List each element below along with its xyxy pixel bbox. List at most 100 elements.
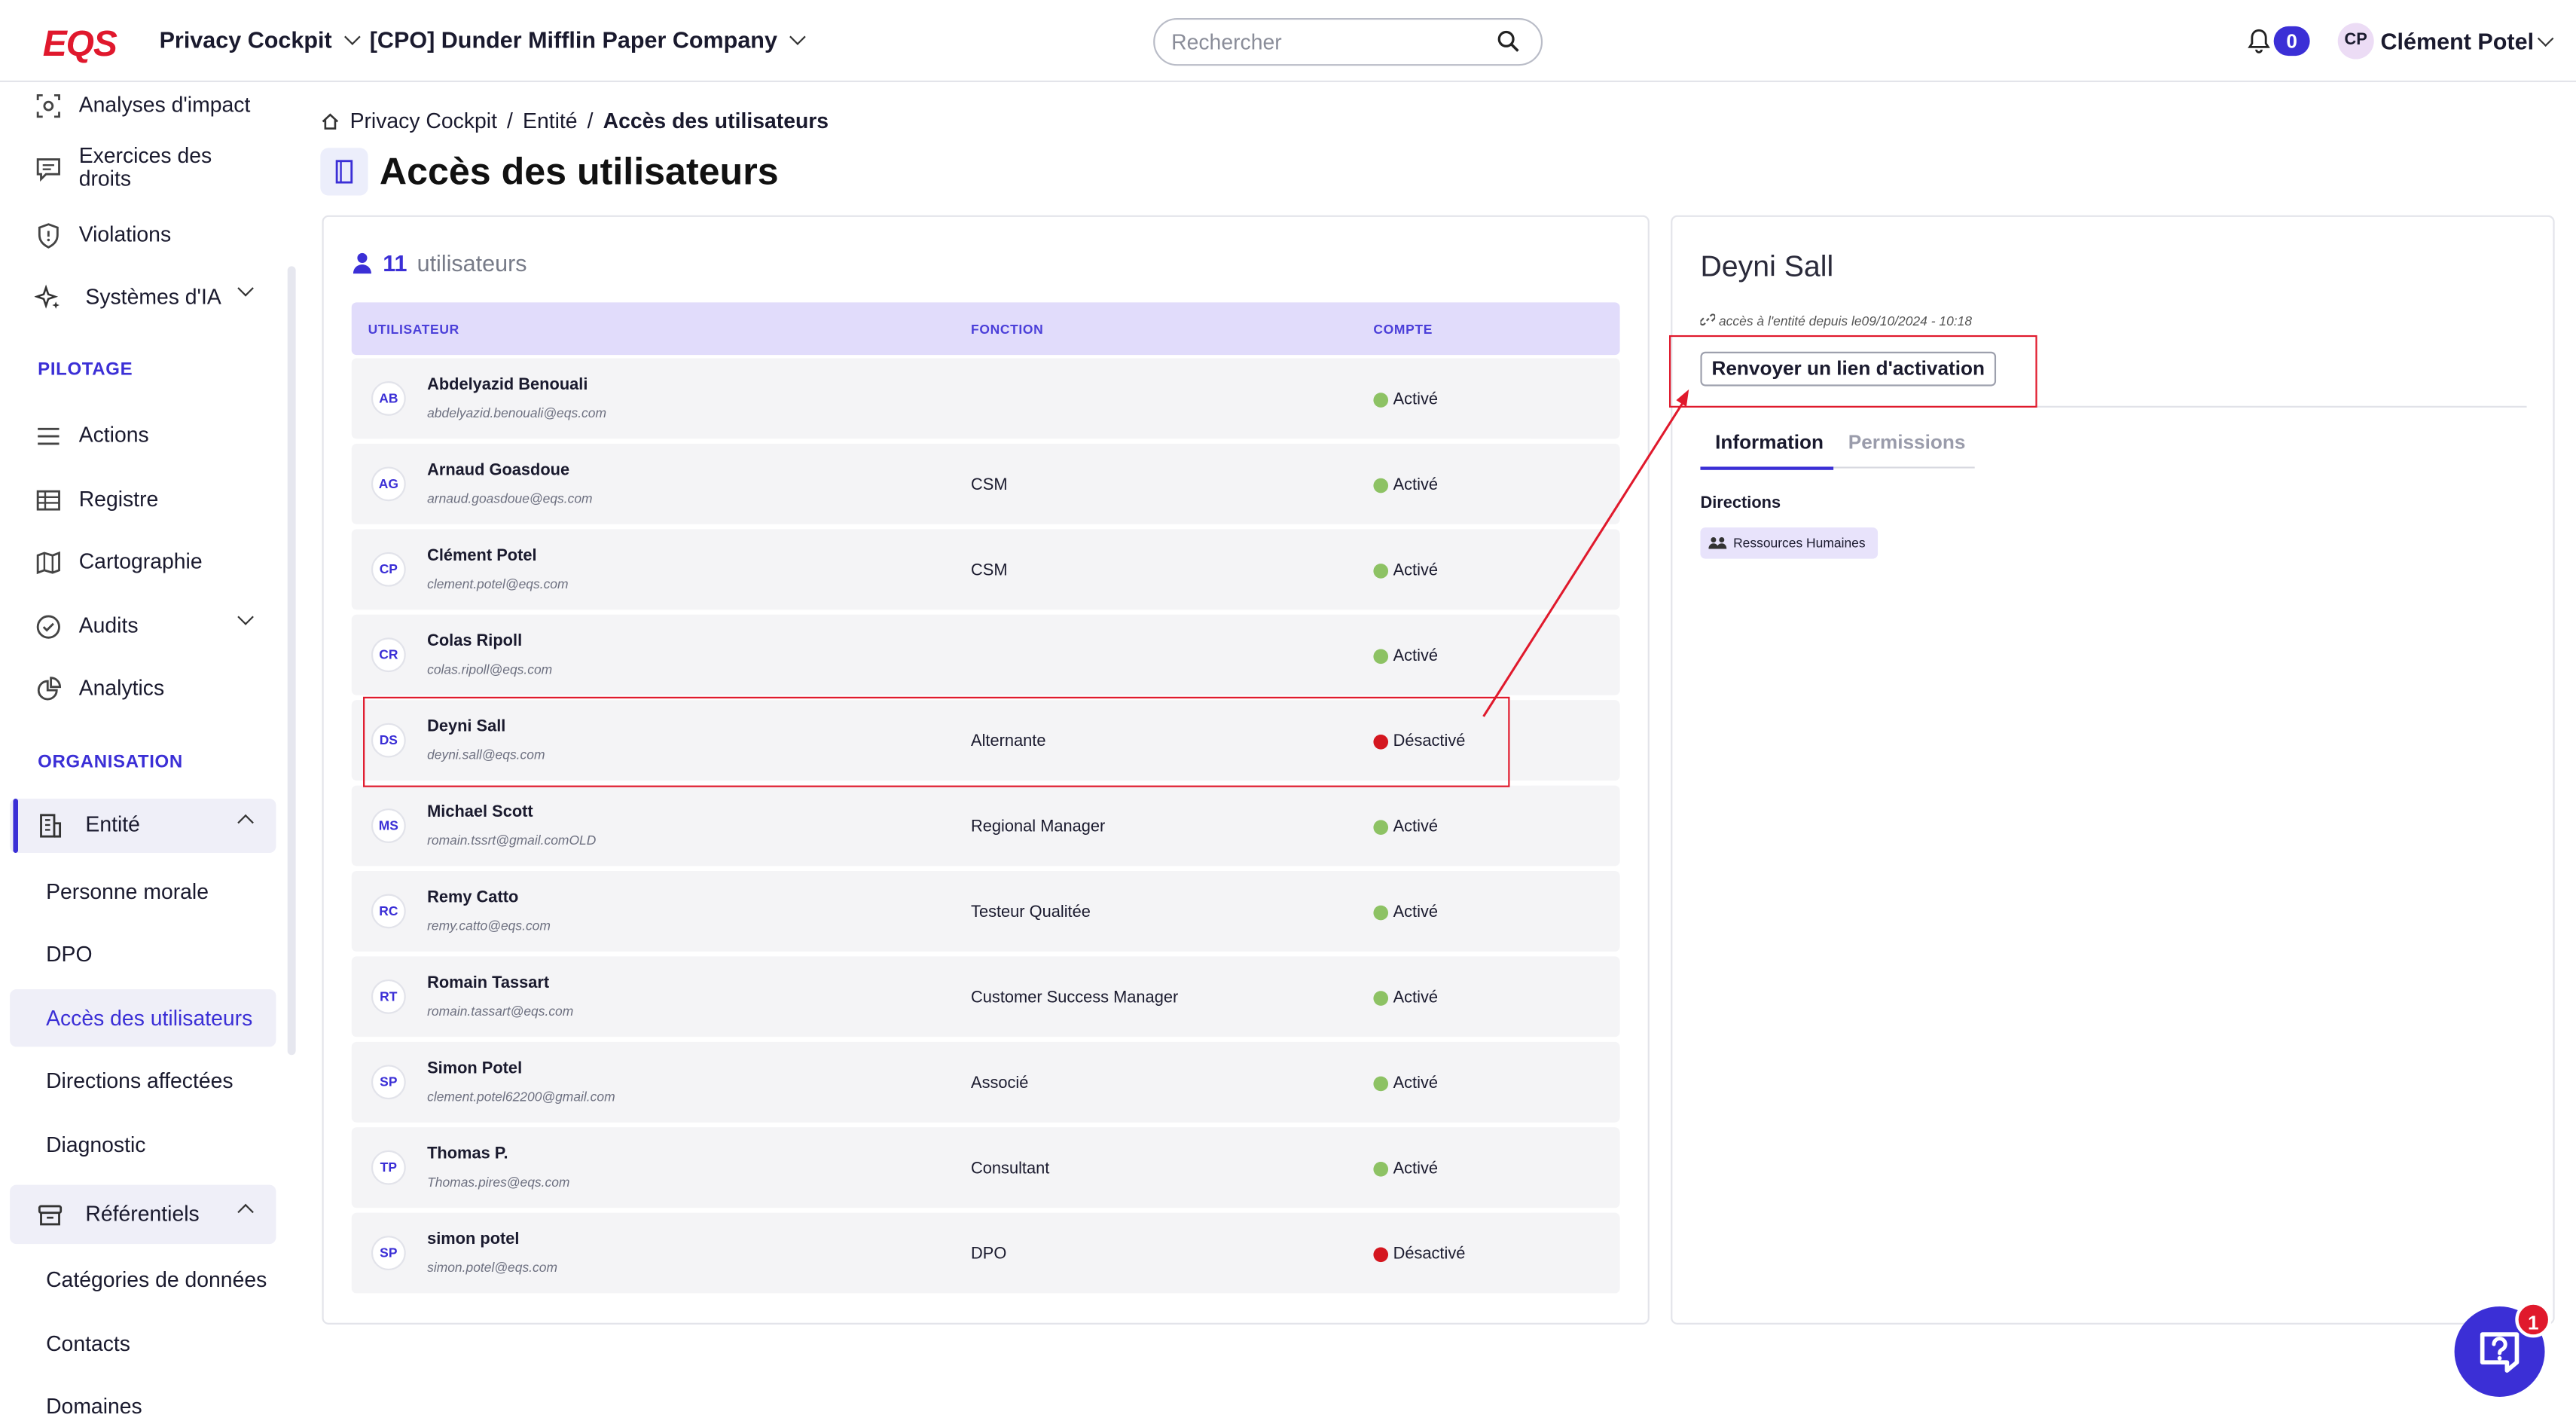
breadcrumb-home[interactable]: Privacy Cockpit [350, 108, 497, 133]
section-organisation: ORGANISATION [38, 752, 183, 773]
status-label: Désactivé [1393, 732, 1466, 751]
sidebar-sub-contacts[interactable]: Contacts [46, 1331, 130, 1356]
detail-user-name: Deyni Sall [1700, 249, 1834, 283]
table-row[interactable]: SP Simon Potel clement.potel62200@gmail.… [351, 1041, 1620, 1123]
sidebar-item-label: Registre [78, 486, 159, 512]
status-dot [1373, 1247, 1389, 1263]
user-name: Abdelyazid Benouali [427, 376, 588, 395]
avatar: DS [371, 723, 406, 758]
home-icon[interactable] [320, 111, 340, 130]
status-dot [1373, 905, 1389, 921]
sidebar-item-label: Audits [78, 613, 139, 638]
sidebar-sub-domaines[interactable]: Domaines [46, 1394, 142, 1419]
avatar: AG [371, 466, 406, 502]
app-menu[interactable]: Privacy Cockpit [159, 26, 361, 53]
avatar: TP [371, 1150, 406, 1185]
table-row-selected[interactable]: DS Deyni Sall deyni.sall@eqs.com Alterna… [351, 700, 1620, 781]
sidebar-item-systemes-ia[interactable]: Systèmes d'IA [0, 280, 276, 314]
sidebar-item-label: Systèmes d'IA [85, 284, 221, 310]
sidebar-item-violations[interactable]: Violations [0, 218, 276, 252]
sidebar-sub-categories[interactable]: Catégories de données [46, 1267, 267, 1292]
search-icon[interactable] [1497, 29, 1520, 53]
status-label: Activé [1393, 561, 1438, 580]
sidebar-item-referentiels[interactable]: Référentiels [0, 1198, 276, 1231]
chevron-down-icon [344, 28, 361, 44]
avatar[interactable]: CP [2337, 23, 2374, 60]
user-name: Remy Catto [427, 888, 519, 907]
table-row[interactable]: CP Clément Potel clement.potel@eqs.com C… [351, 529, 1620, 610]
avatar: CP [371, 552, 406, 587]
user-email: colas.ripoll@eqs.com [427, 662, 553, 677]
user-email: remy.catto@eqs.com [427, 918, 551, 934]
direction-chip[interactable]: Ressources Humaines [1700, 527, 1879, 559]
status-badge: Activé [1373, 477, 1438, 495]
sidebar-item-exercices[interactable]: Exercices des droits [0, 143, 276, 192]
user-name: Clément Potel [427, 547, 537, 566]
sidebar-sub-personne-morale[interactable]: Personne morale [46, 879, 209, 904]
status-dot [1373, 991, 1389, 1006]
resend-activation-button[interactable]: Renvoyer un lien d'activation [1700, 351, 1997, 387]
chevron-down-icon [237, 609, 254, 625]
table-row[interactable]: AG Arnaud Goasdoue arnaud.goasdoue@eqs.c… [351, 443, 1620, 524]
company-menu[interactable]: [CPO] Dunder Mifflin Paper Company [370, 26, 807, 53]
divider [1700, 405, 2527, 408]
user-name: Arnaud Goasdoue [427, 461, 570, 480]
sidebar-sub-dpo[interactable]: DPO [46, 942, 92, 967]
column-header-fonction[interactable]: FONCTION [971, 322, 1043, 337]
user-email: arnaud.goasdoue@eqs.com [427, 491, 593, 506]
status-label: Activé [1393, 1160, 1438, 1178]
status-badge: Activé [1373, 391, 1438, 409]
status-dot [1373, 734, 1389, 750]
sidebar-item-entite[interactable]: Entité [0, 808, 276, 842]
column-header-utilisateur[interactable]: UTILISATEUR [368, 322, 459, 337]
tab-permissions[interactable]: Permissions [1848, 430, 1966, 454]
sidebar-item-label: Référentiels [85, 1201, 200, 1227]
user-menu[interactable]: Clément Potel [2380, 28, 2555, 54]
list-icon [38, 427, 60, 445]
user-count-number: 11 [383, 249, 407, 277]
tab-information[interactable]: Information [1715, 430, 1824, 454]
directions-label: Directions [1700, 494, 1781, 513]
chevron-up-icon [237, 814, 254, 831]
table-row[interactable]: AB Abdelyazid Benouali abdelyazid.benoua… [351, 358, 1620, 439]
table-row[interactable]: RT Romain Tassart romain.tassart@eqs.com… [351, 956, 1620, 1037]
table-row[interactable]: MS Michael Scott romain.tssrt@gmail.comO… [351, 785, 1620, 866]
sidebar-sub-diagnostic[interactable]: Diagnostic [46, 1132, 145, 1157]
sidebar-item-registre[interactable]: Registre [0, 483, 276, 516]
user-count: 11 utilisateurs [352, 249, 527, 277]
table-row[interactable]: SP simon potel simon.potel@eqs.com DPO D… [351, 1212, 1620, 1294]
table-row[interactable]: RC Remy Catto remy.catto@eqs.com Testeur… [351, 870, 1620, 952]
search-input[interactable] [1153, 17, 1543, 66]
user-name: Clément Potel [2380, 28, 2535, 54]
sidebar-item-analytics[interactable]: Analytics [0, 672, 276, 705]
status-label: Activé [1393, 647, 1438, 666]
sidebar-item-actions[interactable]: Actions [0, 419, 276, 452]
avatar: SP [371, 1236, 406, 1271]
sidebar-item-label: Entité [85, 811, 140, 837]
notification-badge[interactable]: 0 [2273, 26, 2310, 57]
sidebar-sub-acces-utilisateurs[interactable]: Accès des utilisateurs [46, 1006, 252, 1031]
status-dot [1373, 1076, 1389, 1092]
sidebar-scrollbar[interactable] [287, 266, 296, 1056]
user-function: Associé [971, 1074, 1029, 1093]
column-header-compte[interactable]: COMPTE [1373, 322, 1433, 337]
status-label: Désactivé [1393, 1245, 1466, 1264]
status-dot [1373, 1162, 1389, 1177]
breadcrumb-entite[interactable]: Entité [523, 108, 578, 133]
chevron-down-icon [789, 28, 807, 44]
status-badge: Désactivé [1373, 1245, 1465, 1264]
map-icon [36, 551, 60, 575]
sidebar-item-cartographie[interactable]: Cartographie [0, 545, 276, 579]
sidebar-sub-directions[interactable]: Directions affectées [46, 1068, 233, 1093]
user-function: Customer Success Manager [971, 989, 1179, 1008]
table-row[interactable]: CR Colas Ripoll colas.ripoll@eqs.com Act… [351, 614, 1620, 695]
sidebar-item-analyses[interactable]: Analyses d'impact [0, 89, 276, 122]
sidebar-item-audits[interactable]: Audits [0, 609, 276, 643]
user-email: clement.potel62200@gmail.com [427, 1089, 615, 1105]
table-row[interactable]: TP Thomas P. Thomas.pires@eqs.com Consul… [351, 1127, 1620, 1209]
bell-icon[interactable] [2248, 28, 2271, 54]
app-window: EQS Privacy Cockpit [CPO] Dunder Mifflin… [0, 0, 2576, 1427]
eqs-logo[interactable]: EQS [43, 23, 118, 66]
app-menu-label: Privacy Cockpit [159, 26, 332, 53]
bookmark-icon [335, 160, 353, 184]
